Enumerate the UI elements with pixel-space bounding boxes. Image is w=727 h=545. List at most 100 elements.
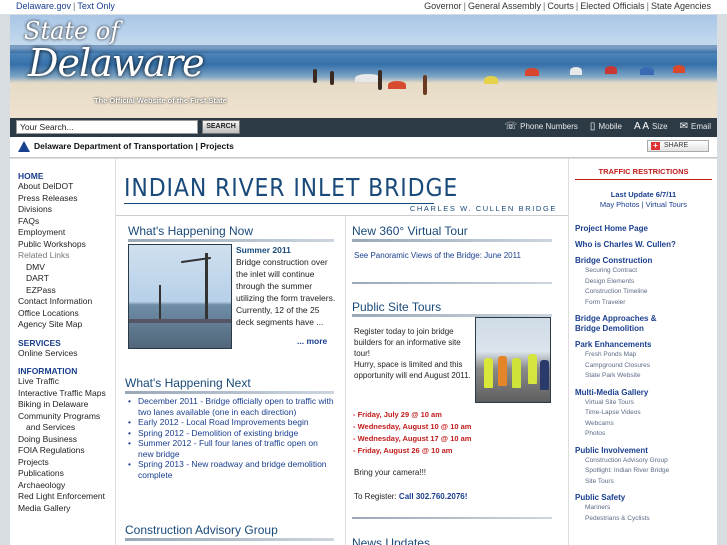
sidebar-sublink[interactable]: Securing Contract <box>575 266 715 277</box>
happening-now-heading: What's Happening Now <box>128 224 254 238</box>
sidebar-sublink[interactable]: Construction Timeline <box>575 287 715 298</box>
update-links[interactable]: May Photos | Virtual Tours <box>575 200 712 210</box>
more-link[interactable]: ... more <box>297 336 327 346</box>
bridge-construction-photo[interactable] <box>128 244 232 349</box>
sidebar-sublink[interactable]: Virtual Site Tours <box>575 398 715 409</box>
nav-item[interactable]: Archaeology <box>18 480 114 492</box>
nav-item[interactable]: Doing Business <box>18 434 114 446</box>
timeline-item[interactable]: Spring 2012 - Demolition of existing bri… <box>128 428 334 439</box>
nav-item[interactable]: Online Services <box>18 348 114 360</box>
nav-item-ezpass[interactable]: EZPass <box>18 285 114 297</box>
elected-officials-link[interactable]: Elected Officials <box>580 1 644 11</box>
page-body: HOME About DelDOT Press Releases Divisio… <box>10 159 717 545</box>
multimedia-gallery-link[interactable]: Multi-Media Gallery <box>575 388 715 398</box>
happening-next-heading: What's Happening Next <box>125 376 251 390</box>
nav-item[interactable]: Agency Site Map <box>18 319 114 331</box>
page-subtitle: CHARLES W. CULLEN BRIDGE <box>409 204 557 213</box>
timeline-item[interactable]: Summer 2012 - Full four lanes of traffic… <box>128 438 334 459</box>
bridge-construction-link[interactable]: Bridge Construction <box>575 256 715 266</box>
agency-title[interactable]: Delaware Department of Transportation | … <box>34 141 234 151</box>
size-tool[interactable]: A A Size <box>634 121 668 132</box>
courts-link[interactable]: Courts <box>547 1 574 11</box>
nav-item[interactable]: Employment <box>18 227 114 239</box>
sidebar-sublink[interactable]: State Park Website <box>575 371 715 382</box>
sidebar-sublink[interactable]: Spotlight: Indian River Bridge <box>575 466 715 477</box>
nav-item[interactable]: Office Locations <box>18 308 114 320</box>
traffic-restrictions-link[interactable]: TRAFFIC RESTRICTIONS <box>569 167 718 176</box>
sidebar-sublink[interactable]: Photos <box>575 429 715 440</box>
search-input[interactable]: Your Search... <box>16 120 198 134</box>
beachgoer <box>378 70 382 90</box>
nav-item[interactable]: Community Programs <box>18 411 114 423</box>
share-button[interactable]: + SHARE <box>647 140 709 152</box>
nav-item[interactable]: Interactive Traffic Maps <box>18 388 114 400</box>
nav-item[interactable]: FAQs <box>18 216 114 228</box>
site-tours-body: Register today to join bridge builders f… <box>354 326 472 381</box>
park-enhancements-link[interactable]: Park Enhancements <box>575 340 715 350</box>
sidebar-sublink[interactable]: Campground Closures <box>575 361 715 372</box>
timeline-item[interactable]: Early 2012 - Local Road Improvements beg… <box>128 417 334 428</box>
site-tour-photo[interactable] <box>475 317 551 403</box>
sidebar-sublink[interactable]: Design Elements <box>575 277 715 288</box>
nav-information-heading: INFORMATION <box>18 366 78 376</box>
beachgoer <box>423 75 427 95</box>
nav-item[interactable]: Press Releases <box>18 193 114 205</box>
delaware-gov-link[interactable]: Delaware.gov <box>16 1 71 11</box>
phone-numbers-tool[interactable]: ☏ Phone Numbers <box>505 121 578 132</box>
worker-figure <box>484 358 493 388</box>
timeline-item[interactable]: Spring 2013 - New roadway and bridge dem… <box>128 459 334 480</box>
sidebar-sublink[interactable]: Mariners <box>575 503 715 514</box>
timeline-item[interactable]: December 2011 - Bridge officially open t… <box>128 396 334 417</box>
nav-home[interactable]: HOME <box>18 171 114 181</box>
mobile-icon: ▯ <box>589 121 596 132</box>
text-only-link[interactable]: Text Only <box>77 1 115 11</box>
sidebar-sublink[interactable]: Form Traveler <box>575 298 715 309</box>
worker-figure <box>528 354 537 384</box>
construction-advisory-heading: Construction Advisory Group <box>125 523 278 537</box>
utility-bar: Delaware.gov | Text Only Governor | General … <box>0 0 727 14</box>
search-button[interactable]: SEARCH <box>202 120 240 134</box>
worker-figure <box>540 360 549 390</box>
nav-item[interactable]: About DelDOT <box>18 181 114 193</box>
nav-item[interactable]: Media Gallery <box>18 503 114 515</box>
nav-item[interactable]: and Services <box>18 422 114 434</box>
site-tours-intro: Register today to join bridge builders f… <box>354 327 461 358</box>
bridge-approaches-link[interactable]: Bridge Approaches & Bridge Demolition <box>575 314 661 334</box>
email-tool[interactable]: ✉ Email <box>680 121 711 132</box>
state-agencies-link[interactable]: State Agencies <box>651 1 711 11</box>
register-phone[interactable]: Call 302.760.2076! <box>399 492 468 501</box>
nav-item[interactable]: Red Light Enforcement <box>18 491 114 503</box>
general-assembly-link[interactable]: General Assembly <box>468 1 541 11</box>
project-home-link[interactable]: Project Home Page <box>575 224 715 234</box>
sidebar-sublink[interactable]: Webcams <box>575 419 715 430</box>
mobile-tool[interactable]: ▯ Mobile <box>590 121 622 132</box>
logo-tagline: The Official Website of the First State <box>94 96 227 105</box>
nav-item[interactable]: FOIA Regulations <box>18 445 114 457</box>
nav-item[interactable]: Biking in Delaware <box>18 399 114 411</box>
nav-item[interactable]: Public Workshops <box>18 239 114 251</box>
nav-item[interactable]: Divisions <box>18 204 114 216</box>
worker-figure <box>512 358 521 388</box>
public-safety-link[interactable]: Public Safety <box>575 493 715 503</box>
logo-delaware[interactable]: Delaware <box>28 41 205 85</box>
governor-link[interactable]: Governor <box>424 1 462 11</box>
nav-item-dmv[interactable]: DMV <box>18 262 114 274</box>
happening-now-text: Summer 2011 Bridge construction over the… <box>236 244 336 328</box>
nav-item[interactable]: Projects <box>18 457 114 469</box>
virtual-tour-link[interactable]: See Panoramic Views of the Bridge: June … <box>354 251 521 260</box>
beachgoer <box>330 71 334 85</box>
nav-item[interactable]: Contact Information <box>18 296 114 308</box>
sidebar-sublink[interactable]: Construction Advisory Group <box>575 456 715 467</box>
nav-item-dart[interactable]: DART <box>18 273 114 285</box>
who-is-cullen-link[interactable]: Who is Charles W. Cullen? <box>575 240 715 250</box>
nav-item[interactable]: Live Traffic <box>18 376 114 388</box>
sidebar-sublink[interactable]: Site Tours <box>575 477 715 488</box>
section-rule <box>128 239 334 242</box>
sidebar-sublink[interactable]: Pedestrians & Cyclists <box>575 514 715 525</box>
last-update: Last Update 6/7/11 <box>610 190 677 199</box>
public-involvement-link[interactable]: Public Involvement <box>575 446 715 456</box>
nav-item[interactable]: Publications <box>18 468 114 480</box>
sidebar-sublink[interactable]: Time-Lapse Videos <box>575 408 715 419</box>
sidebar-sublink[interactable]: Fresh Ponds Map <box>575 350 715 361</box>
email-icon: ✉ <box>679 121 688 132</box>
